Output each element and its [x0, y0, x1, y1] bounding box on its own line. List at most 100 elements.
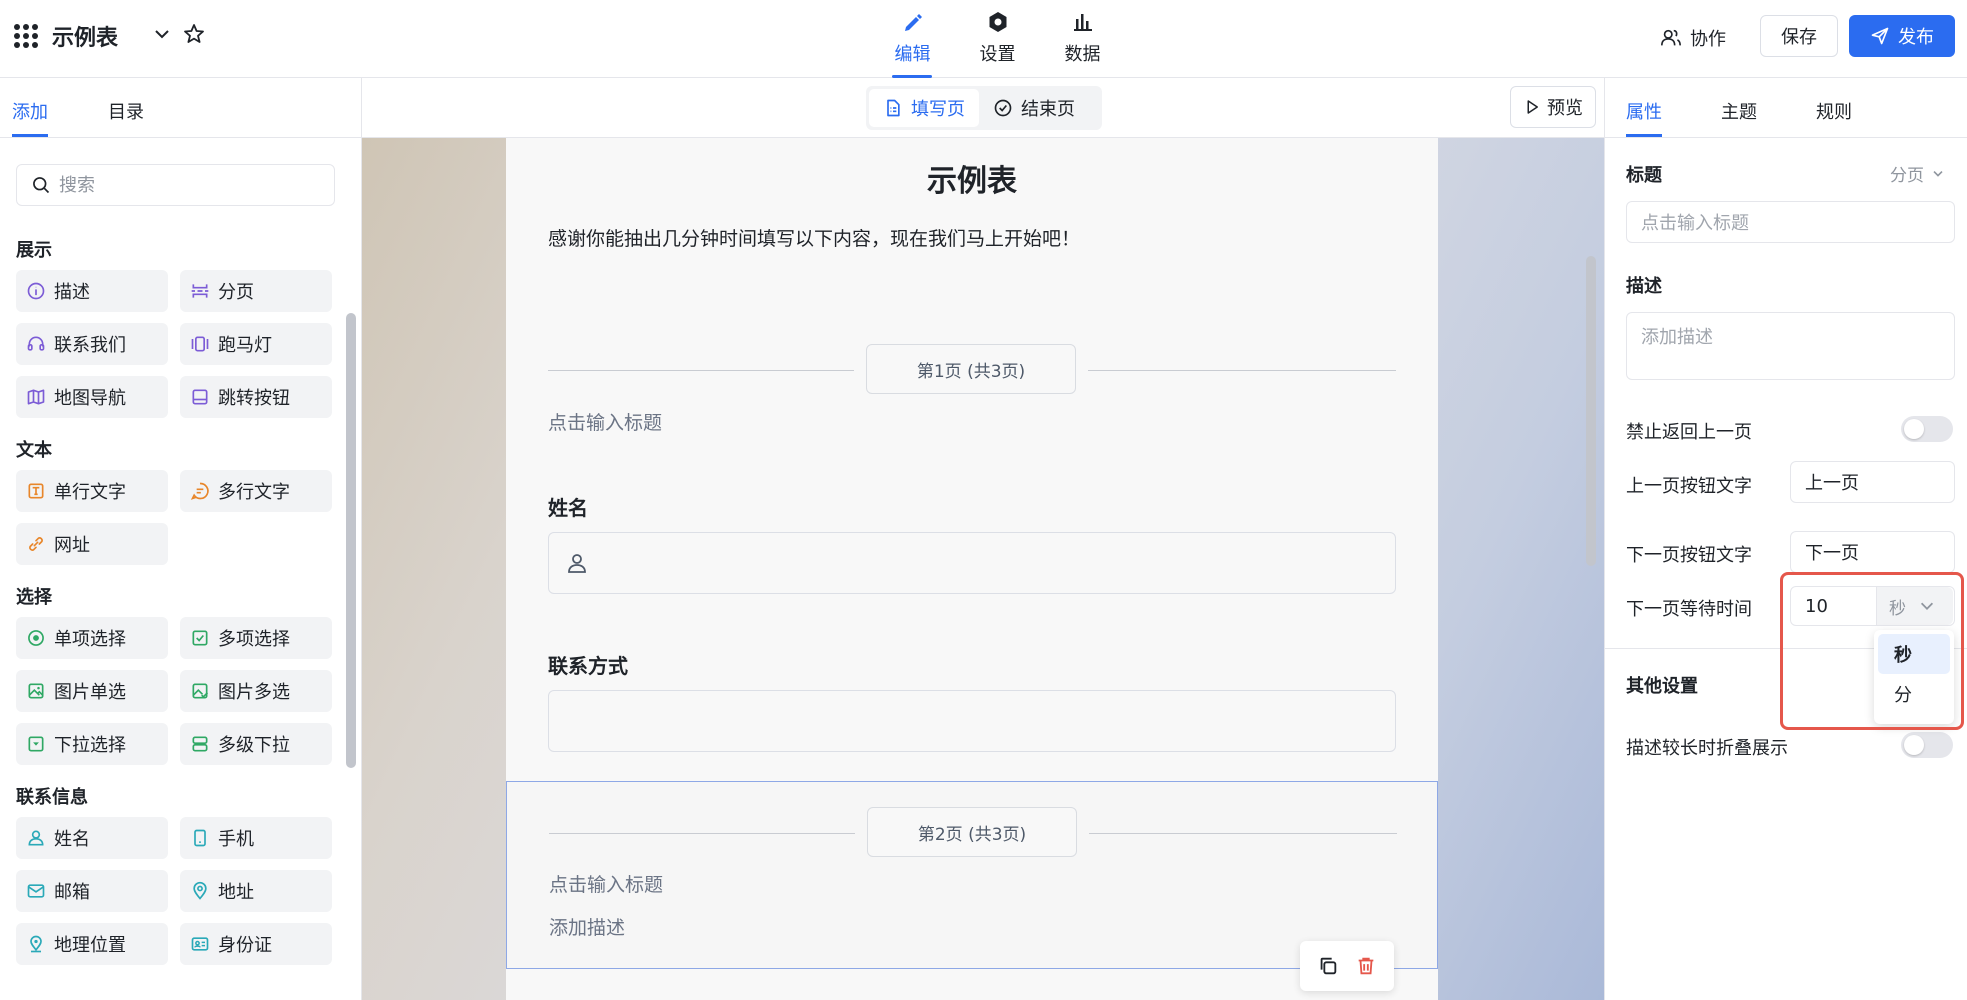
- widget-contact-us[interactable]: 联系我们: [16, 323, 168, 365]
- no-back-toggle[interactable]: [1901, 416, 1953, 442]
- widget-map-nav[interactable]: 地图导航: [16, 376, 168, 418]
- search-input[interactable]: [59, 174, 319, 196]
- tab-rules[interactable]: 规则: [1816, 78, 1852, 137]
- page2-desc-placeholder[interactable]: 添加描述: [549, 913, 625, 940]
- widget-cascade[interactable]: 多级下拉: [180, 723, 332, 765]
- trash-icon[interactable]: [1355, 955, 1377, 977]
- widget-label: 邮箱: [54, 882, 90, 903]
- widget-id-card[interactable]: 身份证: [180, 923, 332, 965]
- widget-carousel[interactable]: 跑马灯: [180, 323, 332, 365]
- end-page-label: 结束页: [1021, 99, 1075, 120]
- widget-pagebreak[interactable]: 分页: [180, 270, 332, 312]
- collaborate-button[interactable]: 协作: [1660, 18, 1726, 58]
- field-contact-input[interactable]: [548, 690, 1396, 752]
- bar-chart-icon: [1073, 14, 1092, 31]
- top-nav: 编辑 设置 数据: [870, 8, 1125, 78]
- page-divider-1: 第1页 (共3页): [548, 344, 1396, 396]
- desc-textarea[interactable]: 添加描述: [1626, 312, 1955, 380]
- paging-select[interactable]: 分页: [1890, 161, 1946, 186]
- widget-label: 描述: [54, 282, 90, 303]
- title-input[interactable]: 点击输入标题: [1626, 201, 1955, 243]
- widget-label: 图片单选: [54, 682, 126, 703]
- dropdown-icon: [28, 736, 44, 752]
- unit-option-seconds[interactable]: 秒: [1878, 634, 1950, 674]
- form-description[interactable]: 感谢你能抽出几分钟时间填写以下内容，现在我们马上开始吧！: [548, 224, 1080, 251]
- pin-icon: [30, 935, 42, 953]
- wait-unit-select[interactable]: 秒: [1876, 587, 1953, 625]
- widget-image-multi[interactable]: 图片多选: [180, 670, 332, 712]
- page2-title-placeholder[interactable]: 点击输入标题: [549, 870, 663, 897]
- copy-icon[interactable]: [1317, 955, 1339, 977]
- widget-email[interactable]: 邮箱: [16, 870, 168, 912]
- widget-description[interactable]: 描述: [16, 270, 168, 312]
- preview-label: 预览: [1547, 98, 1583, 119]
- title-prop-label: 标题: [1626, 165, 1662, 186]
- preview-button[interactable]: 预览: [1510, 86, 1596, 128]
- widget-label: 分页: [218, 282, 254, 303]
- widget-image-single[interactable]: 图片单选: [16, 670, 168, 712]
- other-settings-label: 其他设置: [1626, 676, 1698, 697]
- next-btn-text-label: 下一页按钮文字: [1626, 545, 1752, 566]
- widget-single-choice[interactable]: 单项选择: [16, 617, 168, 659]
- widget-url[interactable]: 网址: [16, 523, 168, 565]
- search-box[interactable]: [16, 164, 335, 206]
- tab-outline[interactable]: 目录: [108, 78, 144, 137]
- page-indicator-1[interactable]: 第1页 (共3页): [866, 344, 1076, 394]
- tab-add[interactable]: 添加: [12, 78, 48, 137]
- center-scrollbar[interactable]: [1586, 256, 1596, 566]
- radio-icon: [28, 630, 44, 646]
- widget-address[interactable]: 地址: [180, 870, 332, 912]
- nav-settings[interactable]: 设置: [955, 8, 1040, 78]
- headset-icon: [27, 336, 45, 351]
- tab-fill-page[interactable]: 填写页: [869, 89, 979, 127]
- widget-label: 单行文字: [54, 482, 126, 503]
- publish-button[interactable]: 发布: [1849, 15, 1955, 57]
- save-button[interactable]: 保存: [1760, 15, 1838, 57]
- nav-data[interactable]: 数据: [1040, 8, 1125, 78]
- id-card-icon: [191, 937, 209, 951]
- collapse-desc-toggle[interactable]: [1901, 732, 1953, 758]
- page-indicator-2[interactable]: 第2页 (共3页): [867, 807, 1077, 857]
- tab-properties[interactable]: 属性: [1626, 78, 1662, 137]
- prev-btn-text-input[interactable]: 上一页: [1790, 461, 1955, 503]
- nav-edit[interactable]: 编辑: [870, 8, 955, 78]
- link-icon: [29, 537, 43, 551]
- widget-phone[interactable]: 手机: [180, 817, 332, 859]
- page1-title-placeholder[interactable]: 点击输入标题: [548, 408, 662, 435]
- pagebreak-icon: [191, 284, 209, 298]
- widget-name[interactable]: 姓名: [16, 817, 168, 859]
- button-icon: [192, 389, 208, 405]
- page2-block[interactable]: 第2页 (共3页) 点击输入标题 添加描述: [506, 781, 1438, 969]
- info-icon: [27, 282, 45, 300]
- hexagon-icon: [989, 12, 1006, 32]
- wait-time-label: 下一页等待时间: [1626, 599, 1752, 620]
- widget-multi-choice[interactable]: 多项选择: [180, 617, 332, 659]
- tab-end-page[interactable]: 结束页: [979, 89, 1089, 127]
- chevron-down-icon: [1933, 170, 1943, 177]
- section-title-choice: 选择: [16, 587, 52, 608]
- form-title[interactable]: 示例表: [506, 156, 1438, 200]
- nav-settings-label: 设置: [979, 44, 1016, 65]
- widget-jump-button[interactable]: 跳转按钮: [180, 376, 332, 418]
- widget-label: 联系我们: [54, 335, 126, 356]
- section-title-display: 展示: [16, 240, 52, 261]
- apps-grid-icon[interactable]: [14, 24, 38, 48]
- star-icon[interactable]: [182, 22, 206, 46]
- widget-geolocation[interactable]: 地理位置: [16, 923, 168, 965]
- widget-multi-line[interactable]: 多行文字: [180, 470, 332, 512]
- publish-label: 发布: [1898, 27, 1934, 48]
- widget-label: 跑马灯: [218, 335, 272, 356]
- unit-option-minutes[interactable]: 分: [1878, 674, 1950, 714]
- next-btn-text-input[interactable]: 下一页: [1790, 531, 1955, 573]
- widget-single-line[interactable]: 单行文字: [16, 470, 168, 512]
- tab-theme[interactable]: 主题: [1721, 78, 1757, 137]
- center-header: 填写页 结束页 预览: [362, 78, 1604, 138]
- widget-dropdown[interactable]: 下拉选择: [16, 723, 168, 765]
- chevron-down-icon[interactable]: [152, 24, 172, 44]
- phone-icon: [194, 829, 206, 847]
- left-scrollbar[interactable]: [346, 313, 356, 768]
- image-multi-icon: [192, 683, 209, 699]
- left-panel: 添加 目录 展示 描述 分页 联系我们 跑马灯: [0, 78, 362, 1000]
- text-line-icon: [28, 483, 44, 499]
- field-name-input[interactable]: [548, 532, 1396, 594]
